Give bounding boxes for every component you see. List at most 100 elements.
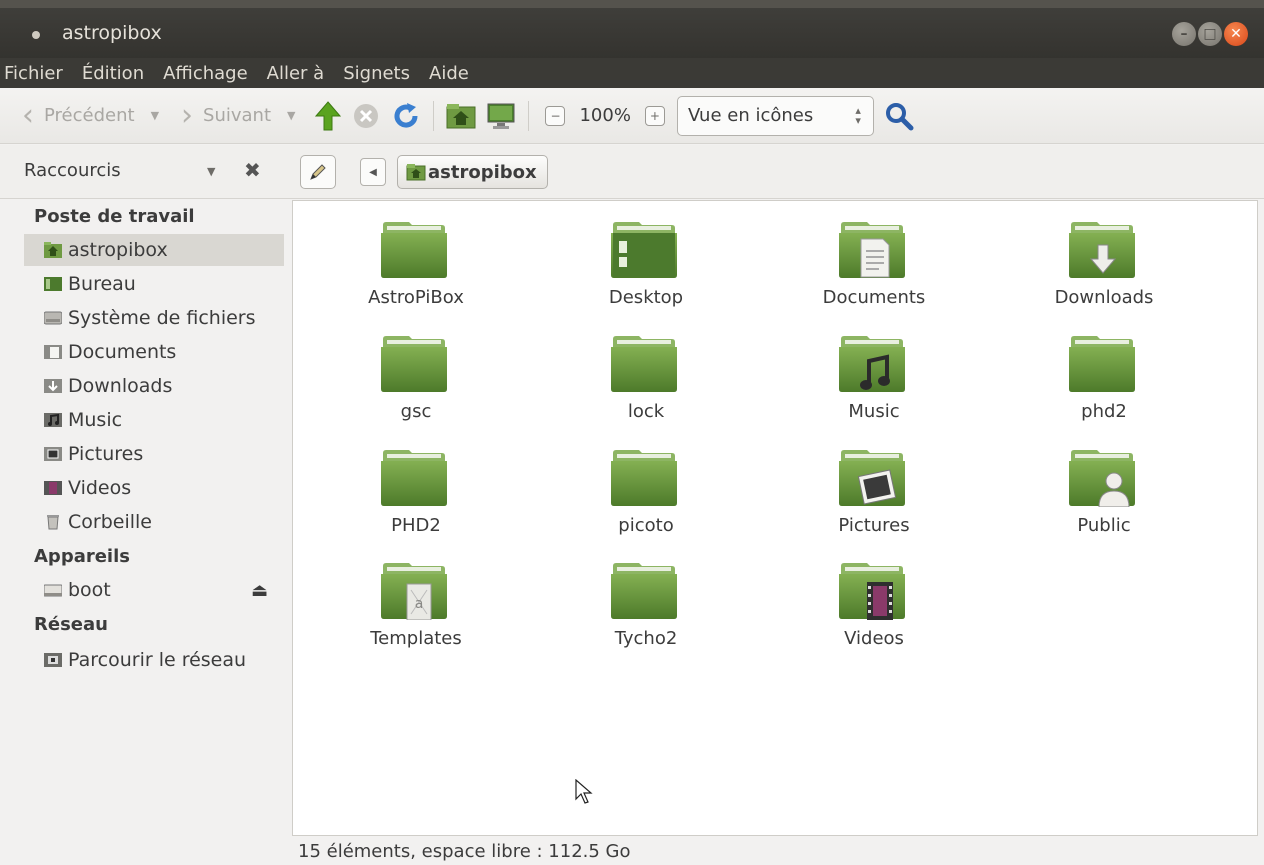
stop-icon[interactable] <box>349 99 383 133</box>
back-label: Précédent <box>44 105 135 126</box>
folder-name: Templates <box>370 628 462 649</box>
status-bar: 15 éléments, espace libre : 112.5 Go <box>292 838 1264 865</box>
sidebar-section-computer: Poste de travail <box>34 206 195 227</box>
window-title: astropibox <box>62 22 162 44</box>
folder-item[interactable]: phd2 <box>981 315 1211 425</box>
folder-name: Downloads <box>1054 287 1154 308</box>
sidebar-item-trash[interactable]: Corbeille <box>24 506 284 538</box>
view-mode-value: Vue en icônes <box>687 105 814 126</box>
folder-icon <box>381 450 447 506</box>
sidebar-item-videos[interactable]: Videos <box>24 472 284 504</box>
downloads-icon <box>44 379 62 393</box>
icon-view[interactable]: AstroPiBox Desktop Documents Downloads gsc lo… <box>292 200 1258 836</box>
back-button[interactable]: ‹ Précédent ▼ <box>22 96 159 136</box>
edit-location-button[interactable] <box>300 155 336 189</box>
eject-icon[interactable]: ⏏ <box>251 580 268 601</box>
sidebar-item-label: Système de fichiers <box>68 307 256 329</box>
zoom-out-button[interactable]: − <box>545 105 566 126</box>
folder-item[interactable]: PHD2 <box>293 429 523 539</box>
sidebar-item-label: Bureau <box>68 273 136 295</box>
file-manager-window: astropibox – □ ✕ Fichier Édition Afficha… <box>0 0 1264 865</box>
folder-item[interactable]: Music <box>751 315 981 425</box>
sidebar-item-network[interactable]: Parcourir le réseau <box>24 644 284 676</box>
minimize-button[interactable]: – <box>1172 22 1196 46</box>
sidebar-item-music[interactable]: Music <box>24 404 284 436</box>
view-mode-select[interactable]: Vue en icônes ▴ ▾ <box>676 95 874 136</box>
pictures-icon <box>44 447 62 461</box>
up-arrow-icon[interactable] <box>311 99 345 133</box>
computer-icon[interactable] <box>484 99 518 133</box>
menu-aller[interactable]: Aller à <box>267 63 325 84</box>
folder-item[interactable]: Videos <box>751 542 981 652</box>
sidebar-item-documents[interactable]: Documents <box>24 336 284 368</box>
search-icon[interactable] <box>882 99 916 133</box>
pencil-icon <box>310 164 326 180</box>
sidebar-section-devices: Appareils <box>34 546 130 567</box>
toolbar-separator-2 <box>528 100 530 131</box>
folder-item[interactable]: gsc <box>293 315 523 425</box>
folder-icon <box>611 450 677 506</box>
folder-name: Documents <box>822 287 926 308</box>
toolbar-separator <box>433 100 435 131</box>
disk-icon <box>44 584 62 597</box>
folder-name: Pictures <box>838 515 910 536</box>
home-folder-icon <box>44 242 62 258</box>
sidebar-item-filesystem[interactable]: Système de fichiers <box>24 302 284 334</box>
folder-name: Public <box>1077 515 1131 536</box>
folder-name: Tycho2 <box>614 628 678 649</box>
sidebar-item-downloads[interactable]: Downloads <box>24 370 284 402</box>
folder-item[interactable]: Tycho2 <box>523 542 753 652</box>
zoom-level: 100% <box>579 105 631 126</box>
close-button[interactable]: ✕ <box>1224 22 1248 46</box>
sidebar-item-pictures[interactable]: Pictures <box>24 438 284 470</box>
menu-signets[interactable]: Signets <box>343 63 410 84</box>
breadcrumb-current[interactable]: astropibox <box>397 155 548 189</box>
sidebar-item-astropibox[interactable]: astropibox <box>24 234 284 266</box>
folder-item[interactable]: picoto <box>523 429 753 539</box>
sidebar-item-label: astropibox <box>68 239 168 261</box>
forward-button[interactable]: › Suivant ▼ <box>181 96 295 136</box>
menu-aide[interactable]: Aide <box>429 63 469 84</box>
crumb-left-arrow[interactable]: ◀ <box>360 158 386 186</box>
title-bar[interactable]: astropibox – □ ✕ <box>0 8 1264 58</box>
network-icon <box>44 653 62 667</box>
back-dropdown-icon[interactable]: ▼ <box>151 109 159 122</box>
menu-fichier[interactable]: Fichier <box>4 63 63 84</box>
folder-item[interactable]: AstroPiBox <box>293 201 523 311</box>
folder-icon <box>1069 336 1135 392</box>
folder-icon <box>839 563 905 620</box>
chevron-right-icon: › <box>181 97 194 133</box>
folder-item[interactable]: a Templates <box>293 542 523 652</box>
trash-icon <box>47 515 59 530</box>
menu-edition[interactable]: Édition <box>82 63 144 84</box>
home-folder-icon <box>406 164 426 181</box>
folder-icon <box>1069 450 1135 507</box>
folder-item[interactable]: Downloads <box>981 201 1211 311</box>
folder-name: lock <box>627 401 665 422</box>
toolbar: ‹ Précédent ▼ › Suivant ▼ − 100% + Vue e… <box>0 88 1264 144</box>
window-menu-icon[interactable] <box>32 31 40 39</box>
folder-item[interactable]: Documents <box>751 201 981 311</box>
folder-icon <box>611 563 677 619</box>
folder-icon <box>381 336 447 392</box>
close-sidebar-icon[interactable]: ✖ <box>244 158 261 182</box>
window-controls: – □ ✕ <box>1172 22 1248 46</box>
folder-item[interactable]: Public <box>981 429 1211 539</box>
sidebar-item-boot[interactable]: boot ⏏ <box>24 574 284 606</box>
forward-dropdown-icon[interactable]: ▼ <box>287 109 295 122</box>
home-icon[interactable] <box>444 99 478 133</box>
folder-item[interactable]: Pictures <box>751 429 981 539</box>
folder-name: Videos <box>844 628 904 649</box>
folder-icon <box>839 336 905 392</box>
places-selector[interactable]: Raccourcis <box>24 160 121 181</box>
places-dropdown-icon[interactable]: ▼ <box>207 165 215 178</box>
reload-icon[interactable] <box>389 99 423 133</box>
sidebar-item-bureau[interactable]: Bureau <box>24 268 284 300</box>
desktop-icon <box>44 277 62 291</box>
menu-affichage[interactable]: Affichage <box>163 63 248 84</box>
sidebar-item-label: Parcourir le réseau <box>68 649 247 671</box>
maximize-button[interactable]: □ <box>1198 22 1222 46</box>
folder-item[interactable]: lock <box>523 315 753 425</box>
zoom-in-button[interactable]: + <box>644 105 665 126</box>
folder-item[interactable]: Desktop <box>523 201 753 311</box>
